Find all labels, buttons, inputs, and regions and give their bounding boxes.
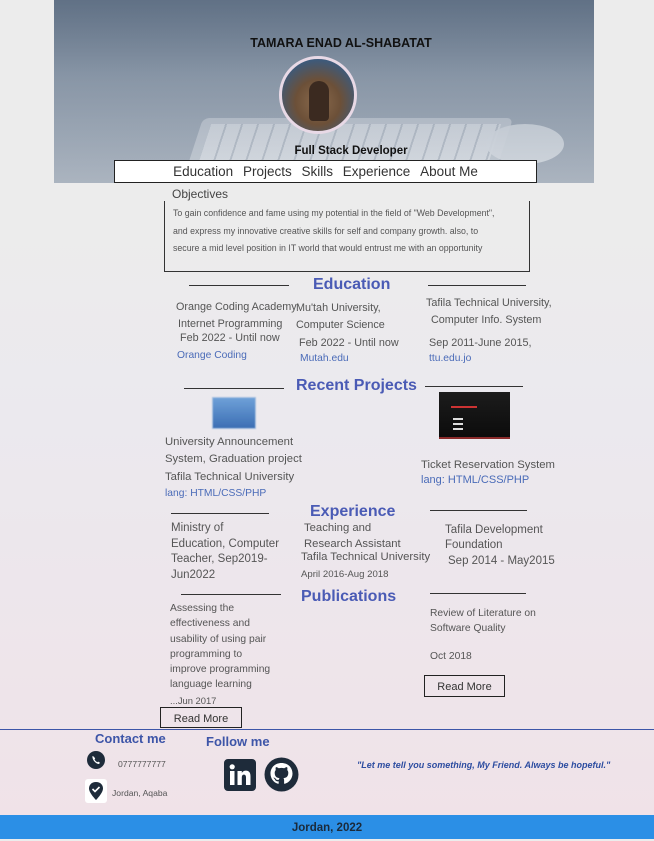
page-title: TAMARA ENAD AL-SHABATAT (250, 36, 432, 50)
publications-title: Publications (301, 588, 397, 605)
edu-2-school: Mu'tah University, (296, 302, 381, 314)
project-1-line3: Tafila Technical University (165, 471, 295, 483)
divider (430, 593, 526, 594)
avatar (279, 56, 357, 134)
divider (171, 513, 269, 514)
pub-1-read-more-button[interactable]: Read More (160, 707, 242, 728)
divider (184, 388, 284, 389)
nav-about-me[interactable]: About Me (420, 164, 478, 179)
pub-1-line: language learning (170, 679, 252, 690)
divider (428, 285, 526, 286)
pub-2-line: Review of Literature on (430, 608, 536, 619)
github-icon[interactable] (264, 757, 299, 792)
edu-2-program: Computer Science (296, 319, 385, 331)
project-2-thumbnail[interactable] (439, 392, 510, 439)
exp-3-line1: Tafila Development (445, 524, 543, 536)
follow-title: Follow me (206, 734, 270, 749)
main-nav: Education Projects Skills Experience Abo… (114, 160, 537, 183)
edu-1-date: Feb 2022 - Until now (180, 332, 280, 344)
project-1-thumbnail[interactable] (212, 397, 256, 429)
project-1-line1: University Announcement (165, 436, 294, 448)
pub-1-date: ...Jun 2017 (170, 695, 217, 706)
exp-1-line3: Teacher, Sep2019- (171, 553, 268, 565)
exp-1-line1: Ministry of (171, 522, 224, 534)
exp-3-line2: Foundation (445, 539, 503, 551)
edu-2-date: Feb 2022 - Until now (299, 337, 399, 349)
pub-1-line: Assessing the (170, 603, 235, 614)
objectives-line: and express my innovative creative skill… (173, 225, 479, 236)
projects-title: Recent Projects (296, 377, 417, 394)
edu-1-school: Orange Coding Academy (176, 301, 297, 313)
edu-3-date: Sep 2011-June 2015, (429, 337, 532, 349)
footer-text: Jordan, 2022 (291, 822, 363, 834)
exp-2-line4: April 2016-Aug 2018 (301, 569, 389, 580)
edu-1-program: Internet Programming (178, 318, 283, 330)
exp-1-line2: Education, Computer (171, 538, 280, 550)
pub-1-line: programming to (170, 649, 243, 660)
footer-divider (0, 729, 654, 730)
pub-2-date: Oct 2018 (430, 651, 472, 662)
edu-3-program: Computer Info. System (431, 314, 542, 326)
project-2-lang: lang: HTML/CSS/PHP (421, 474, 530, 486)
objectives-label: Objectives (172, 187, 229, 201)
project-2-screen-image (439, 406, 510, 439)
divider (181, 594, 281, 595)
objectives-box: To gain confidence and fame using my pot… (164, 201, 530, 272)
edu-3-link[interactable]: ttu.edu.jo (429, 353, 471, 364)
exp-2-line1: Teaching and (304, 522, 372, 534)
divider (425, 386, 523, 387)
nav-skills[interactable]: Skills (301, 164, 333, 179)
project-1-lang: lang: HTML/CSS/PHP (165, 488, 267, 499)
nav-projects[interactable]: Projects (243, 164, 292, 179)
experience-title: Experience (310, 503, 396, 520)
contact-title: Contact me (95, 731, 166, 746)
pub-1-line: usability of using pair (170, 634, 267, 645)
nav-education[interactable]: Education (173, 164, 233, 179)
project-2-line1: Ticket Reservation System (421, 459, 555, 471)
nav-experience[interactable]: Experience (343, 164, 411, 179)
exp-3-line3: Sep 2014 - May2015 (448, 555, 555, 567)
edu-2-link[interactable]: Mutah.edu (300, 353, 349, 364)
pub-2-line: Software Quality (430, 623, 506, 634)
contact-location: Jordan, Aqaba (112, 788, 168, 798)
pub-2-read-more-button[interactable]: Read More (424, 675, 505, 697)
divider (430, 510, 527, 511)
exp-2-line3: Tafila Technical University (301, 551, 431, 563)
edu-3-school: Tafila Technical University, (426, 297, 552, 309)
exp-1-line4: Jun2022 (171, 569, 216, 581)
pub-1-line: improve programming (170, 664, 271, 675)
footer-bar: Jordan, 2022 (0, 815, 654, 839)
location-icon (85, 779, 107, 803)
objectives-line: secure a mid level position in IT world … (173, 243, 483, 253)
edu-1-link[interactable]: Orange Coding (177, 350, 247, 361)
avatar-figure (309, 81, 329, 121)
linkedin-icon[interactable] (224, 759, 256, 791)
footer-quote: "Let me tell you something, My Friend. A… (357, 760, 611, 770)
contact-phone[interactable]: 0777777777 (118, 757, 166, 772)
education-title: Education (313, 276, 391, 293)
objectives-line: To gain confidence and fame using my pot… (173, 208, 495, 218)
divider (189, 285, 289, 286)
phone-icon (86, 750, 106, 770)
role-title: Full Stack Developer (294, 145, 408, 157)
project-1-line2: System, Graduation project (165, 453, 302, 465)
pub-1-line: effectiveness and (170, 618, 250, 629)
